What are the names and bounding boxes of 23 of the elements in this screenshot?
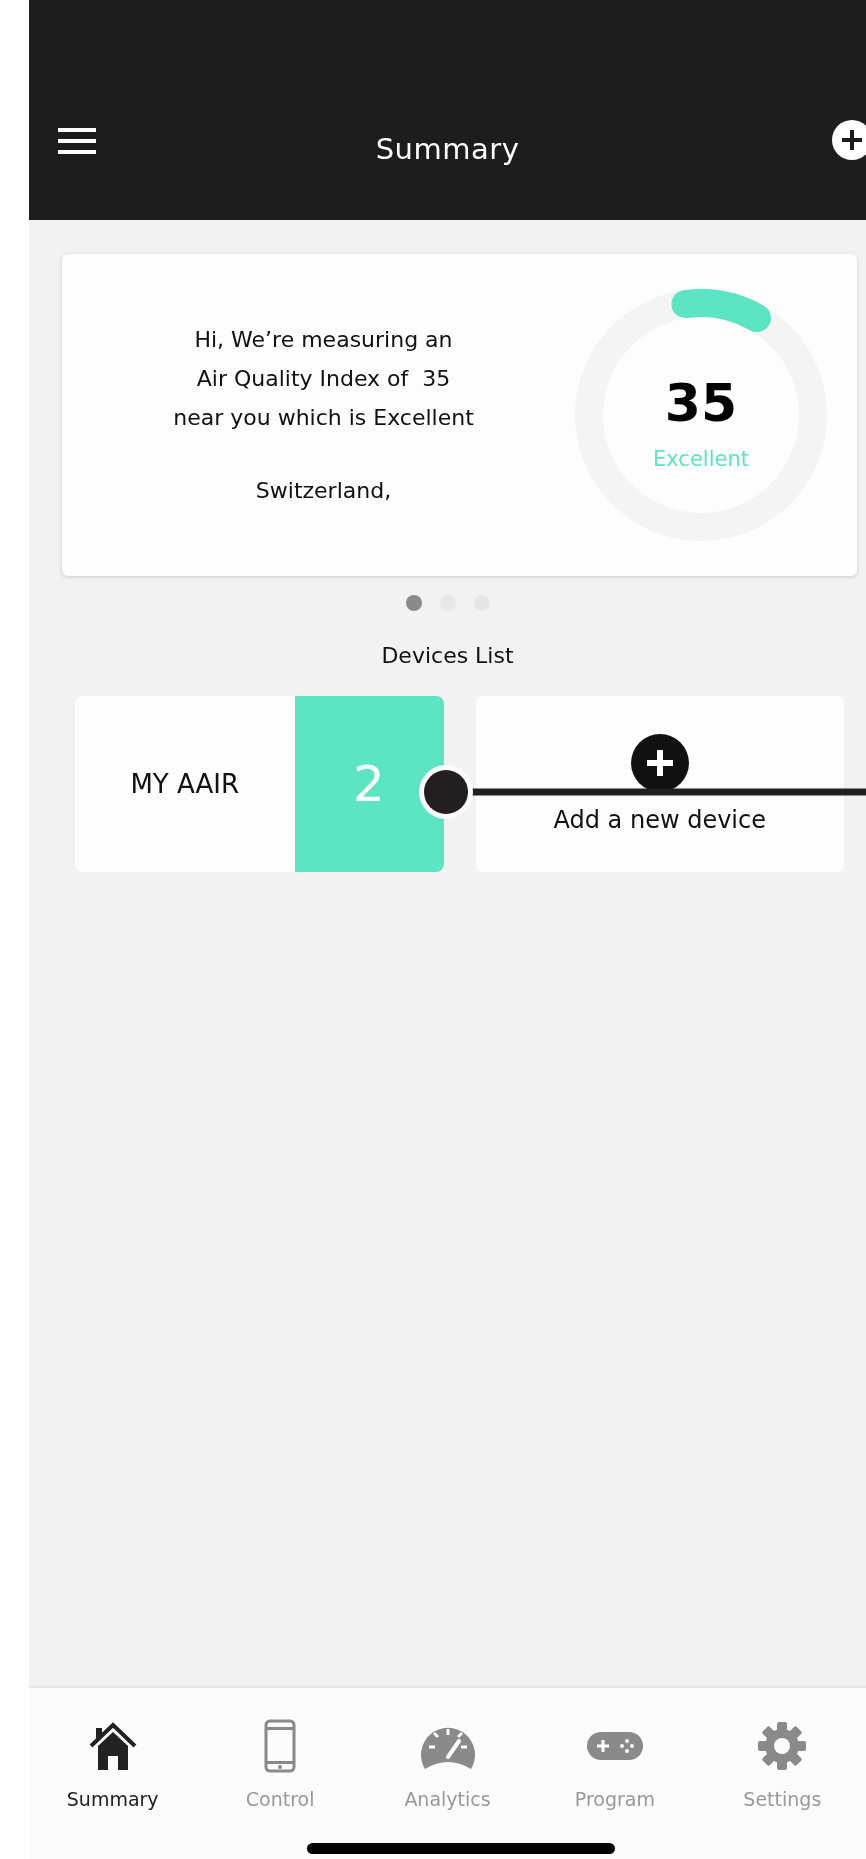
tab-button[interactable]: Control: [196, 1718, 364, 1810]
page-indicator-dot[interactable]: [405, 595, 422, 611]
menu-icon[interactable]: [58, 128, 96, 154]
tab-button[interactable]: Analytics: [363, 1718, 532, 1810]
aqi-value: 35: [664, 373, 738, 433]
location-text: Switzerland,: [255, 477, 392, 505]
aqi-rating: Excellent: [653, 447, 749, 471]
add-icon: [630, 734, 689, 792]
phone-icon: [264, 1719, 297, 1773]
screen-title: Summary: [375, 132, 520, 166]
tab-button[interactable]: Settings: [698, 1718, 866, 1810]
air-quality-message: Hi, We’re measuring an Air Quality Index of 35 near you which is Excellent: [173, 326, 474, 432]
add-device-card[interactable]: Add a new device: [475, 696, 844, 872]
device-count: 2: [294, 696, 444, 872]
section-title: Devices List: [380, 643, 515, 668]
device-name: MY AAIR: [129, 768, 241, 801]
tab-button[interactable]: Summary: [29, 1718, 197, 1810]
add-device-label: Add a new device: [553, 806, 766, 834]
tab-button[interactable]: Program: [531, 1718, 699, 1810]
add-icon[interactable]: [832, 120, 866, 160]
settings-icon: [757, 1721, 808, 1771]
gamepad-icon: [585, 1731, 644, 1761]
device-card[interactable]: MY AAIR 2: [75, 696, 444, 872]
